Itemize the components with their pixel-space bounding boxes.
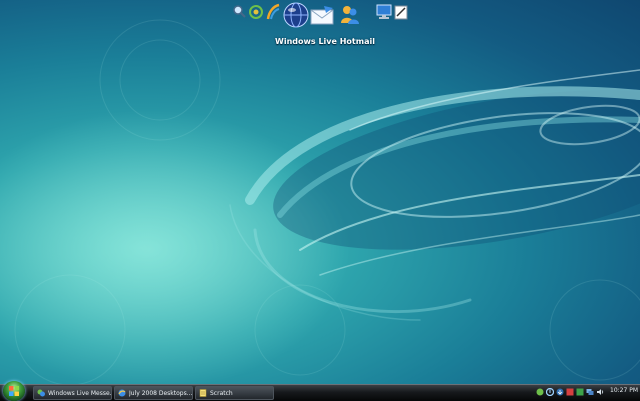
taskbar-item-label: Windows Live Messe... [48, 389, 111, 397]
network-icon[interactable] [586, 388, 594, 396]
taskbar-item-scratch[interactable]: Scratch [195, 386, 274, 400]
browser-icon [118, 389, 126, 397]
notepad-icon [199, 389, 207, 397]
security-icon[interactable] [576, 388, 584, 396]
system-tray [536, 386, 604, 398]
search-icon[interactable] [232, 4, 246, 18]
globe-icon[interactable] [283, 2, 309, 28]
taskbar-item-desktops[interactable]: July 2008 Desktops... [114, 386, 193, 400]
messenger-status-icon[interactable] [536, 388, 544, 396]
notepad-icon[interactable] [394, 4, 408, 20]
volume-icon[interactable] [596, 388, 604, 396]
dock [228, 0, 412, 32]
update-icon[interactable] [546, 388, 554, 396]
taskbar-clock[interactable]: 10:27 PM [610, 387, 638, 394]
mail-icon[interactable] [310, 6, 334, 26]
taskbar-item-messenger[interactable]: Windows Live Messe... [33, 386, 112, 400]
desktop-wallpaper [0, 19, 640, 384]
messenger-icon[interactable] [248, 4, 264, 20]
dock-active-label: Windows Live Hotmail [275, 37, 375, 46]
taskbar-item-label: July 2008 Desktops... [129, 389, 192, 397]
download-icon[interactable] [556, 388, 564, 396]
start-button[interactable] [3, 381, 25, 401]
contacts-icon[interactable] [340, 3, 360, 25]
messenger-icon [37, 389, 45, 397]
feeds-icon[interactable] [265, 3, 281, 21]
app-icon[interactable] [566, 388, 574, 396]
computer-icon[interactable] [376, 4, 392, 20]
windows-logo-icon [9, 386, 19, 396]
taskbar-item-label: Scratch [210, 389, 233, 397]
